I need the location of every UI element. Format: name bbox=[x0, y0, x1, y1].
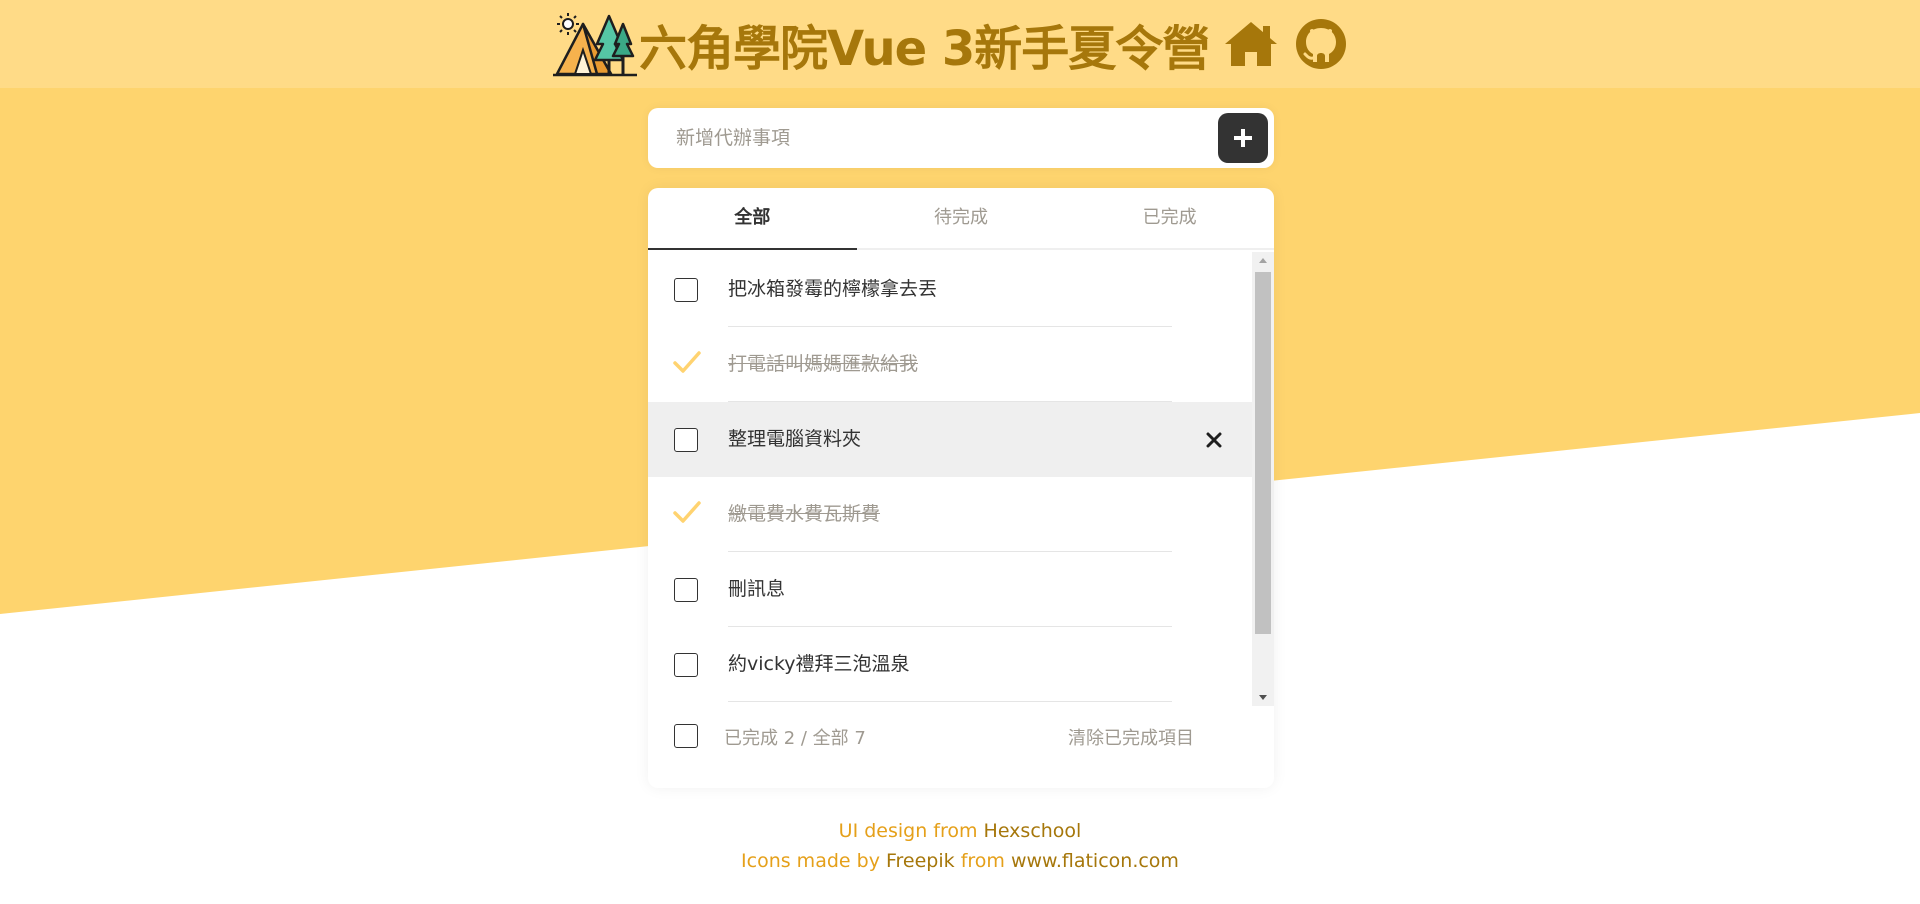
todo-item[interactable]: 繳電費水費瓦斯費 bbox=[648, 477, 1252, 552]
freepik-link[interactable]: Freepik bbox=[886, 850, 955, 872]
hexschool-link[interactable]: Hexschool bbox=[984, 820, 1082, 842]
clear-completed-button[interactable]: 清除已完成項目 bbox=[1068, 724, 1194, 750]
completed-count: 已完成 2 / 全部 7 bbox=[724, 728, 866, 749]
github-icon[interactable] bbox=[1293, 18, 1349, 70]
todo-label: 約vicky禮拜三泡溫泉 bbox=[728, 653, 910, 675]
todo-label: 打電話叫媽媽匯款給我 bbox=[728, 353, 919, 375]
todo-checkbox[interactable] bbox=[674, 428, 698, 452]
todo-checkbox[interactable] bbox=[674, 578, 698, 602]
todo-label: 刪訊息 bbox=[728, 578, 786, 600]
toggle-all-checkbox[interactable] bbox=[674, 724, 698, 748]
add-todo-bar bbox=[648, 108, 1274, 168]
credits-text: from bbox=[954, 850, 1011, 872]
todo-checkbox[interactable] bbox=[674, 653, 698, 677]
tab-pending[interactable]: 待完成 bbox=[857, 188, 1066, 248]
add-todo-button[interactable] bbox=[1218, 113, 1268, 163]
todo-label: 整理電腦資料夾 bbox=[728, 428, 862, 450]
tab-all[interactable]: 全部 bbox=[648, 188, 857, 250]
todo-card: 全部 待完成 已完成 把冰箱發霉的檸檬拿去丟 打電話叫媽媽匯款給我 整理電腦資料… bbox=[648, 188, 1274, 788]
todo-label: 繳電費水費瓦斯費 bbox=[728, 503, 881, 525]
todo-label: 把冰箱發霉的檸檬拿去丟 bbox=[728, 278, 938, 300]
plus-icon bbox=[1234, 129, 1252, 147]
filter-tabs: 全部 待完成 已完成 bbox=[648, 188, 1274, 250]
tab-completed[interactable]: 已完成 bbox=[1065, 188, 1274, 248]
credits: UI design from Hexschool Icons made by F… bbox=[0, 816, 1920, 876]
todo-item[interactable]: 刪訊息 bbox=[648, 552, 1252, 627]
todo-list-area: 把冰箱發霉的檸檬拿去丟 打電話叫媽媽匯款給我 整理電腦資料夾 繳電費水費瓦斯費 … bbox=[648, 252, 1274, 892]
credits-text: Icons made by bbox=[741, 850, 886, 872]
header-bar: 六角學院Vue 3新手夏令營 bbox=[0, 0, 1920, 88]
site-title: 六角學院Vue 3新手夏令營 bbox=[639, 21, 1210, 77]
home-icon[interactable] bbox=[1223, 18, 1279, 70]
todo-item[interactable]: 把冰箱發霉的檸檬拿去丟 bbox=[648, 252, 1252, 327]
todo-item[interactable]: 約vicky禮拜三泡溫泉 bbox=[648, 627, 1252, 702]
header-content: 六角學院Vue 3新手夏令營 bbox=[553, 8, 1349, 80]
todo-list: 把冰箱發霉的檸檬拿去丟 打電話叫媽媽匯款給我 整理電腦資料夾 繳電費水費瓦斯費 … bbox=[648, 252, 1252, 702]
delete-icon[interactable] bbox=[1206, 432, 1222, 448]
todo-item[interactable]: 整理電腦資料夾 bbox=[648, 402, 1252, 477]
credits-line-2: Icons made by Freepik from www.flaticon.… bbox=[0, 846, 1920, 876]
check-icon[interactable] bbox=[672, 349, 702, 377]
add-todo-input[interactable] bbox=[648, 108, 1208, 168]
credits-line-1: UI design from Hexschool bbox=[0, 816, 1920, 846]
todo-checkbox[interactable] bbox=[674, 278, 698, 302]
scroll-up-icon[interactable] bbox=[1252, 252, 1274, 270]
camping-tent-logo bbox=[553, 13, 637, 77]
list-scrollbar[interactable] bbox=[1252, 252, 1274, 706]
todo-item[interactable]: 打電話叫媽媽匯款給我 bbox=[648, 327, 1252, 402]
divider bbox=[728, 701, 1172, 702]
scroll-down-icon[interactable] bbox=[1252, 688, 1274, 706]
scrollbar-thumb[interactable] bbox=[1255, 272, 1271, 634]
flaticon-link[interactable]: www.flaticon.com bbox=[1011, 850, 1179, 872]
credits-text: UI design from bbox=[838, 820, 984, 842]
list-footer: 已完成 2 / 全部 7 清除已完成項目 bbox=[648, 706, 1274, 766]
check-icon[interactable] bbox=[672, 499, 702, 527]
